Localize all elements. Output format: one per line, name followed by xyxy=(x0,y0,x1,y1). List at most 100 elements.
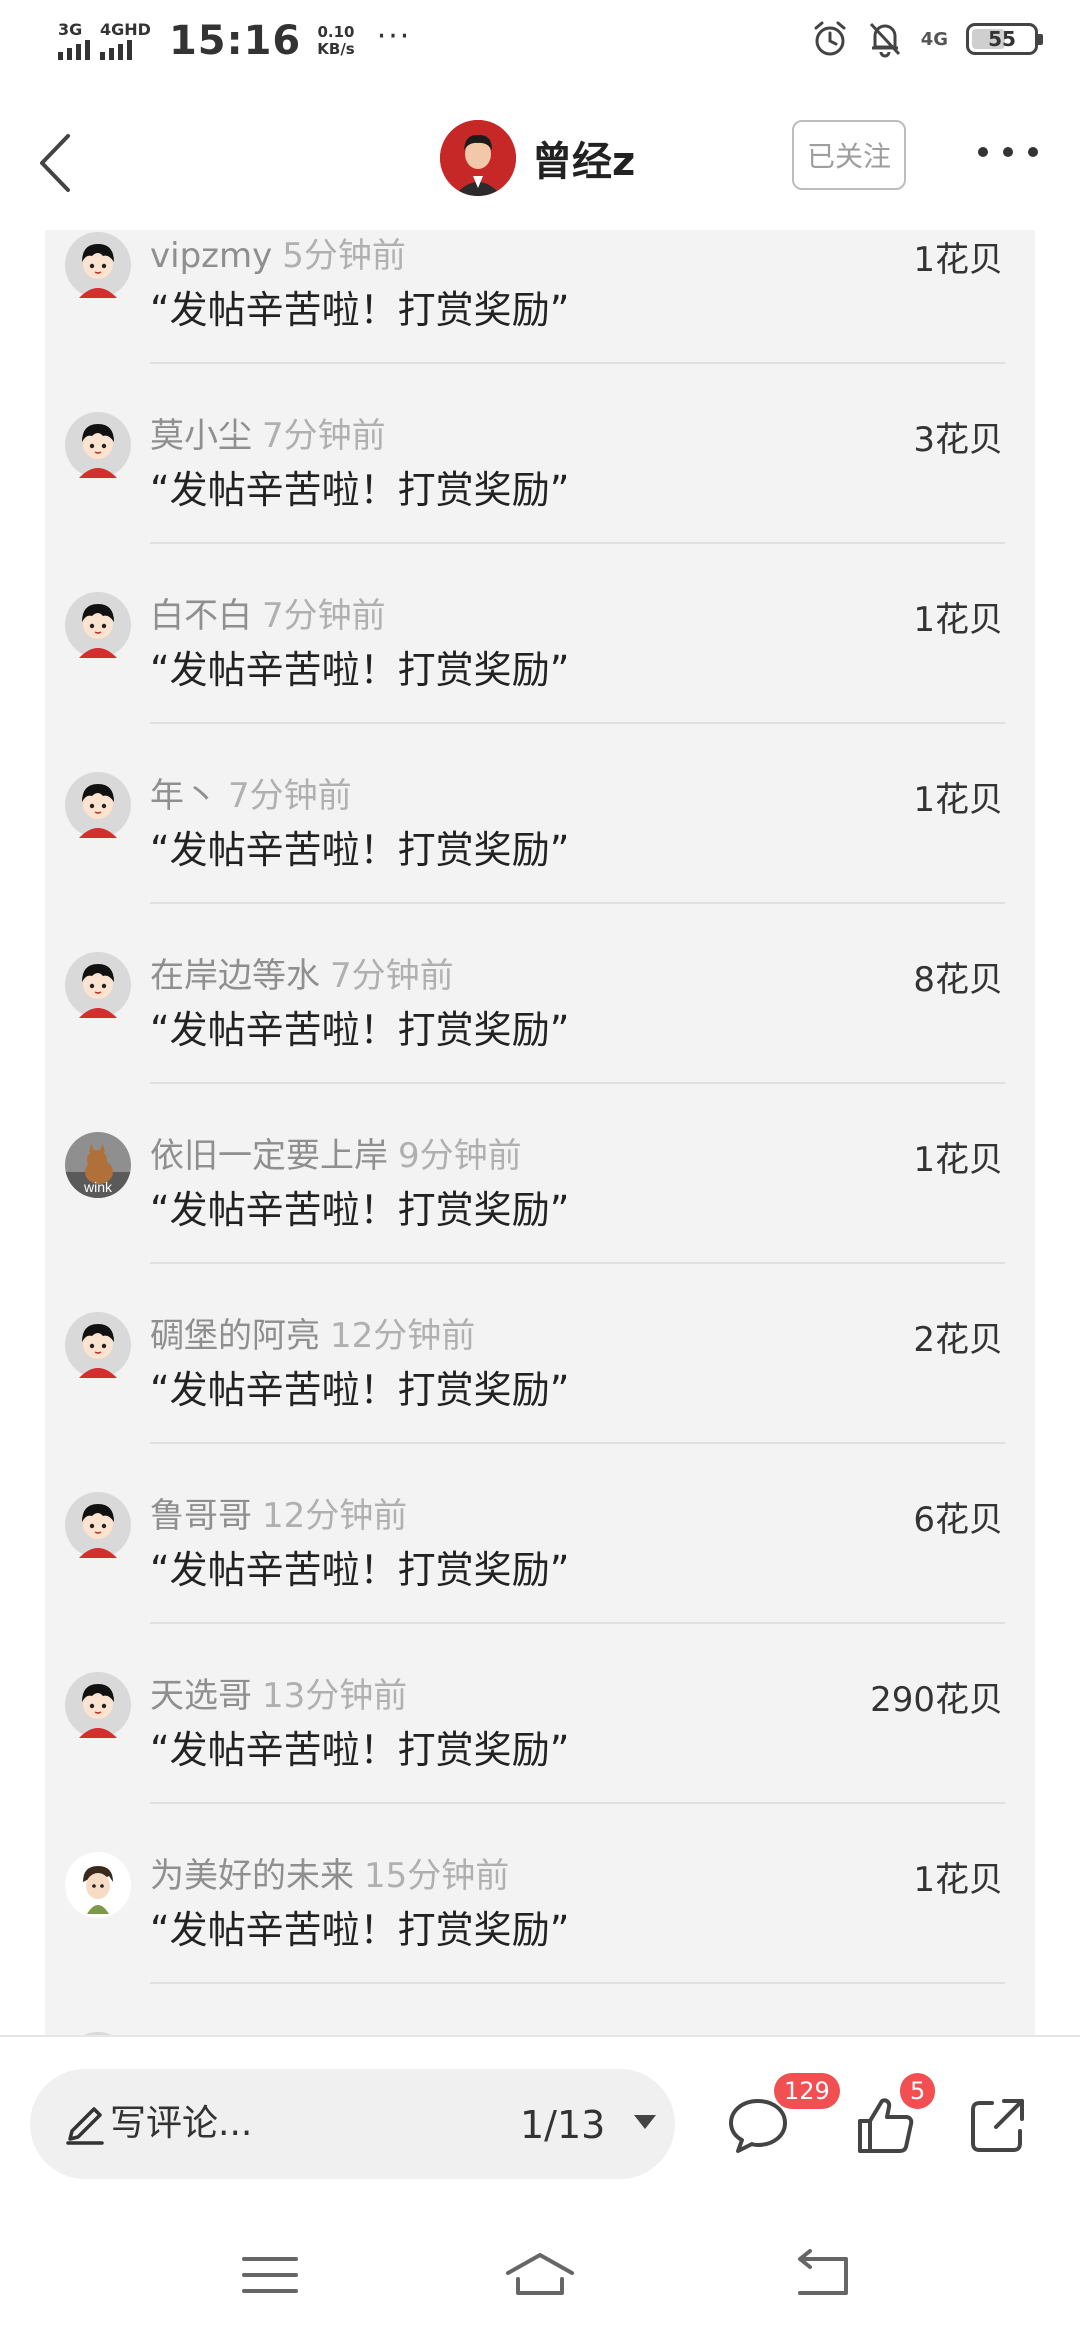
reward-row[interactable]: 白不白 7分钟前 “发帖辛苦啦！打赏奖励” 1花贝 xyxy=(45,592,1035,772)
caret-down-icon[interactable] xyxy=(630,2107,660,2137)
reward-amount: 1花贝 xyxy=(913,1860,1003,1900)
reward-row[interactable]: vipzmy 5分钟前 “发帖辛苦啦！打赏奖励” 1花贝 xyxy=(45,232,1035,412)
reward-username[interactable]: 依旧一定要上岸 xyxy=(150,1136,388,1176)
reward-username[interactable]: 在岸边等水 xyxy=(150,956,320,996)
reward-meta: 莫小尘 7分钟前 xyxy=(150,412,386,460)
reward-username[interactable]: vipzmy xyxy=(150,236,272,276)
network-speed-value: 0.10 xyxy=(317,23,355,41)
reward-row[interactable]: 碉堡的阿亮 12分钟前 “发帖辛苦啦！打赏奖励” 2花贝 xyxy=(45,1312,1035,1492)
signal-2-label: 4GHD xyxy=(100,20,151,39)
pen-icon xyxy=(66,2107,104,2145)
more-options-icon[interactable] xyxy=(978,132,1038,172)
clock: 15:16 xyxy=(168,18,302,64)
reward-username[interactable]: 白不白 xyxy=(150,596,252,636)
reward-meta: 年丶 7分钟前 xyxy=(150,772,352,820)
row-divider xyxy=(150,1982,1005,1984)
network-speed: 0.10 KB/s xyxy=(317,24,354,58)
row-divider xyxy=(150,1622,1005,1624)
comment-input[interactable]: 写评论... 1/13 xyxy=(30,2069,675,2179)
reward-amount: 1花贝 xyxy=(913,240,1003,280)
reward-amount: 1花贝 xyxy=(913,600,1003,640)
more-notifications-icon: ··· xyxy=(376,18,412,54)
reward-time: 12分钟前 xyxy=(330,1316,476,1356)
svg-text:wink: wink xyxy=(83,1179,113,1195)
reward-message: “发帖辛苦啦！打赏奖励” xyxy=(150,1548,570,1592)
reward-row[interactable]: wink 依旧一定要上岸 9分钟前 “发帖辛苦啦！打赏奖励” 1花贝 xyxy=(45,1132,1035,1312)
reward-username[interactable]: 鲁哥哥 xyxy=(150,1496,252,1536)
author-info[interactable]: 曾经z xyxy=(440,120,635,196)
row-divider xyxy=(150,722,1005,724)
reward-meta: 依旧一定要上岸 9分钟前 xyxy=(150,1132,522,1180)
reward-row[interactable]: 鲁哥哥 12分钟前 “发帖辛苦啦！打赏奖励” 6花贝 xyxy=(45,1492,1035,1672)
reward-meta: 白不白 7分钟前 xyxy=(150,592,386,640)
reward-row[interactable]: 莫小尘 7分钟前 “发帖辛苦啦！打赏奖励” 3花贝 xyxy=(45,412,1035,592)
reward-amount: 2花贝 xyxy=(913,1320,1003,1360)
reward-time: 13分钟前 xyxy=(262,1676,408,1716)
reward-amount: 8花贝 xyxy=(913,960,1003,1000)
reward-time: 15分钟前 xyxy=(364,1856,510,1896)
reward-row[interactable]: 年丶 7分钟前 “发帖辛苦啦！打赏奖励” 1花贝 xyxy=(45,772,1035,952)
system-navigation-bar xyxy=(0,2205,1080,2340)
bottom-action-bar: 写评论... 1/13 129 5 xyxy=(0,2035,1080,2205)
reward-username[interactable]: 为美好的未来 xyxy=(150,1856,354,1896)
reward-time: 9分钟前 xyxy=(398,1136,522,1176)
cartoon-boy-avatar[interactable] xyxy=(65,1672,131,1738)
reward-meta: 天选哥 13分钟前 xyxy=(150,1672,407,1720)
reward-list[interactable]: vipzmy 5分钟前 “发帖辛苦啦！打赏奖励” 1花贝 莫小尘 7分钟前 “发帖辛苦啦！打… xyxy=(45,230,1035,2035)
author-avatar[interactable] xyxy=(440,120,516,196)
signal-3g-icon: 3G xyxy=(58,22,90,60)
reward-time: 7分钟前 xyxy=(262,596,386,636)
reward-username[interactable]: 莫小尘 xyxy=(150,416,252,456)
cartoon-boy-avatar[interactable] xyxy=(65,1312,131,1378)
reward-amount: 1花贝 xyxy=(913,1140,1003,1180)
page-indicator[interactable]: 1/13 xyxy=(520,2099,605,2151)
signal-4g-icon: 4GHD xyxy=(100,22,151,60)
home-icon[interactable] xyxy=(500,2245,580,2305)
cartoon-boy-avatar[interactable] xyxy=(65,1492,131,1558)
row-divider xyxy=(150,1442,1005,1444)
author-name[interactable]: 曾经z xyxy=(532,129,635,187)
reward-amount: 6花贝 xyxy=(913,1500,1003,1540)
battery-level: 55 xyxy=(988,27,1016,51)
reward-message: “发帖辛苦啦！打赏奖励” xyxy=(150,1188,570,1232)
cartoon-boy-avatar[interactable] xyxy=(65,592,131,658)
network-speed-unit: KB/s xyxy=(317,40,355,58)
reward-amount: 1花贝 xyxy=(913,780,1003,820)
signal-1-label: 3G xyxy=(58,20,83,39)
menu-icon[interactable] xyxy=(230,2245,310,2305)
reward-meta: 为美好的未来 15分钟前 xyxy=(150,1852,509,1900)
reward-amount: 3花贝 xyxy=(913,420,1003,460)
reward-row[interactable]: 在岸边等水 7分钟前 “发帖辛苦啦！打赏奖励” 8花贝 xyxy=(45,952,1035,1132)
reward-row[interactable]: 为美好的未来 15分钟前 “发帖辛苦啦！打赏奖励” 1花贝 xyxy=(45,1852,1035,2032)
reward-message: “发帖辛苦啦！打赏奖励” xyxy=(150,1368,570,1412)
reward-message: “发帖辛苦啦！打赏奖励” xyxy=(150,828,570,872)
reward-message: “发帖辛苦啦！打赏奖励” xyxy=(150,1728,570,1772)
back-nav-icon[interactable] xyxy=(780,2245,860,2305)
reward-message: “发帖辛苦啦！打赏奖励” xyxy=(150,1908,570,1952)
anime-avatar[interactable] xyxy=(65,1852,131,1918)
reward-username[interactable]: 天选哥 xyxy=(150,1676,252,1716)
reward-meta: 鲁哥哥 12分钟前 xyxy=(150,1492,407,1540)
wink-cat-avatar[interactable]: wink xyxy=(65,1132,131,1198)
reward-username[interactable]: 碉堡的阿亮 xyxy=(150,1316,320,1356)
reward-row[interactable]: 天选哥 13分钟前 “发帖辛苦啦！打赏奖励” 290花贝 xyxy=(45,1672,1035,1852)
cartoon-boy-avatar[interactable] xyxy=(65,952,131,1018)
network-type: 4G xyxy=(920,28,948,50)
reward-username[interactable]: 年丶 xyxy=(150,776,218,816)
reward-meta: vipzmy 5分钟前 xyxy=(150,232,406,280)
follow-button[interactable]: 已关注 xyxy=(792,120,906,190)
reward-time: 7分钟前 xyxy=(262,416,386,456)
cartoon-boy-avatar[interactable] xyxy=(65,772,131,838)
row-divider xyxy=(150,1802,1005,1804)
reward-amount: 290花贝 xyxy=(870,1680,1003,1720)
cartoon-boy-avatar[interactable] xyxy=(65,232,131,298)
likes-count-badge: 5 xyxy=(900,2073,936,2109)
mute-bell-icon xyxy=(869,22,900,58)
cartoon-boy-avatar[interactable] xyxy=(65,412,131,478)
share-icon[interactable] xyxy=(962,2089,1034,2161)
reward-meta: 碉堡的阿亮 12分钟前 xyxy=(150,1312,475,1360)
reward-meta: 在岸边等水 7分钟前 xyxy=(150,952,454,1000)
reward-time: 5分钟前 xyxy=(282,236,406,276)
back-icon[interactable] xyxy=(24,118,94,208)
reward-message: “发帖辛苦啦！打赏奖励” xyxy=(150,288,570,332)
